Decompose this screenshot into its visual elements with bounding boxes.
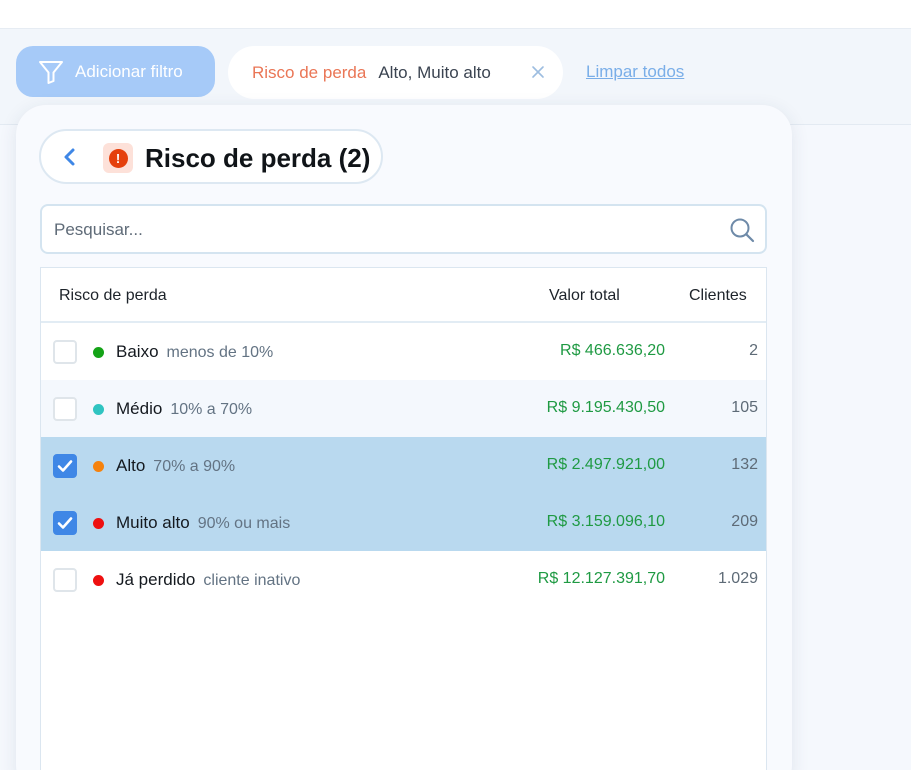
table-row[interactable]: Alto 70% a 90% R$ 2.497.921,00 132 (41, 437, 766, 494)
row-value: R$ 2.497.921,00 (546, 456, 665, 473)
close-icon[interactable] (530, 64, 546, 80)
row-clients: 1.029 (717, 570, 758, 587)
panel-header: ! Risco de perda (2) (39, 129, 383, 184)
row-checkbox[interactable] (53, 511, 77, 535)
column-header-value: Valor total (549, 287, 620, 304)
active-filter-chip[interactable]: Risco de perda Alto, Muito alto (228, 46, 563, 99)
row-value: R$ 12.127.391,70 (537, 570, 665, 587)
row-range: menos de 10% (166, 344, 274, 361)
check-icon (57, 460, 73, 472)
add-filter-button[interactable]: Adicionar filtro (16, 46, 215, 97)
row-clients: 209 (731, 513, 758, 530)
row-range: cliente inativo (203, 572, 301, 589)
search-input[interactable] (54, 218, 694, 242)
risk-dot (93, 404, 104, 415)
row-name-wrap: Médio 10% a 70% (116, 399, 252, 419)
row-name-wrap: Alto 70% a 90% (116, 456, 235, 476)
row-checkbox[interactable] (53, 568, 77, 592)
row-name-wrap: Já perdido cliente inativo (116, 570, 300, 590)
row-range: 90% ou mais (197, 515, 291, 532)
risk-dot (93, 575, 104, 586)
row-range: 70% a 90% (153, 458, 236, 475)
table-row[interactable]: Médio 10% a 70% R$ 9.195.430,50 105 (41, 380, 766, 437)
row-value: R$ 3.159.096,10 (546, 513, 665, 530)
clear-all-link[interactable]: Limpar todos (586, 62, 684, 82)
filter-icon (38, 59, 64, 85)
search-box (40, 204, 767, 254)
table-header: Risco de perda Valor total Clientes (41, 268, 766, 323)
add-filter-label: Adicionar filtro (75, 61, 183, 81)
row-name: Médio (116, 399, 163, 418)
row-name: Baixo (116, 342, 159, 361)
risk-table: Risco de perda Valor total Clientes Baix… (40, 267, 767, 770)
chip-value: Alto, Muito alto (378, 62, 491, 82)
top-bar (0, 0, 911, 29)
row-clients: 132 (731, 456, 758, 473)
row-name-wrap: Baixo menos de 10% (116, 342, 273, 362)
table-row[interactable]: Já perdido cliente inativo R$ 12.127.391,… (41, 551, 766, 608)
column-header-clients: Clientes (689, 287, 747, 304)
risk-dot (93, 461, 104, 472)
column-header-name: Risco de perda (59, 287, 167, 304)
chip-label: Risco de perda (252, 62, 367, 82)
row-name: Já perdido (116, 570, 196, 589)
row-clients: 105 (731, 399, 758, 416)
row-checkbox[interactable] (53, 340, 77, 364)
row-range: 10% a 70% (170, 401, 253, 418)
risk-dot (93, 347, 104, 358)
table-row[interactable]: Muito alto 90% ou mais R$ 3.159.096,10 20… (41, 494, 766, 551)
alert-icon: ! (103, 143, 133, 173)
row-name: Muito alto (116, 513, 190, 532)
row-value: R$ 466.636,20 (560, 342, 665, 359)
table-row[interactable]: Baixo menos de 10% R$ 466.636,20 2 (41, 323, 766, 380)
chevron-left-icon[interactable] (61, 147, 79, 167)
row-clients: 2 (749, 342, 758, 359)
panel-title: Risco de perda (2) (145, 143, 371, 173)
row-value: R$ 9.195.430,50 (546, 399, 665, 416)
check-icon (57, 517, 73, 529)
row-checkbox[interactable] (53, 454, 77, 478)
search-icon[interactable] (729, 217, 755, 243)
risk-dot (93, 518, 104, 529)
row-checkbox[interactable] (53, 397, 77, 421)
row-name: Alto (116, 456, 146, 475)
row-name-wrap: Muito alto 90% ou mais (116, 513, 290, 533)
